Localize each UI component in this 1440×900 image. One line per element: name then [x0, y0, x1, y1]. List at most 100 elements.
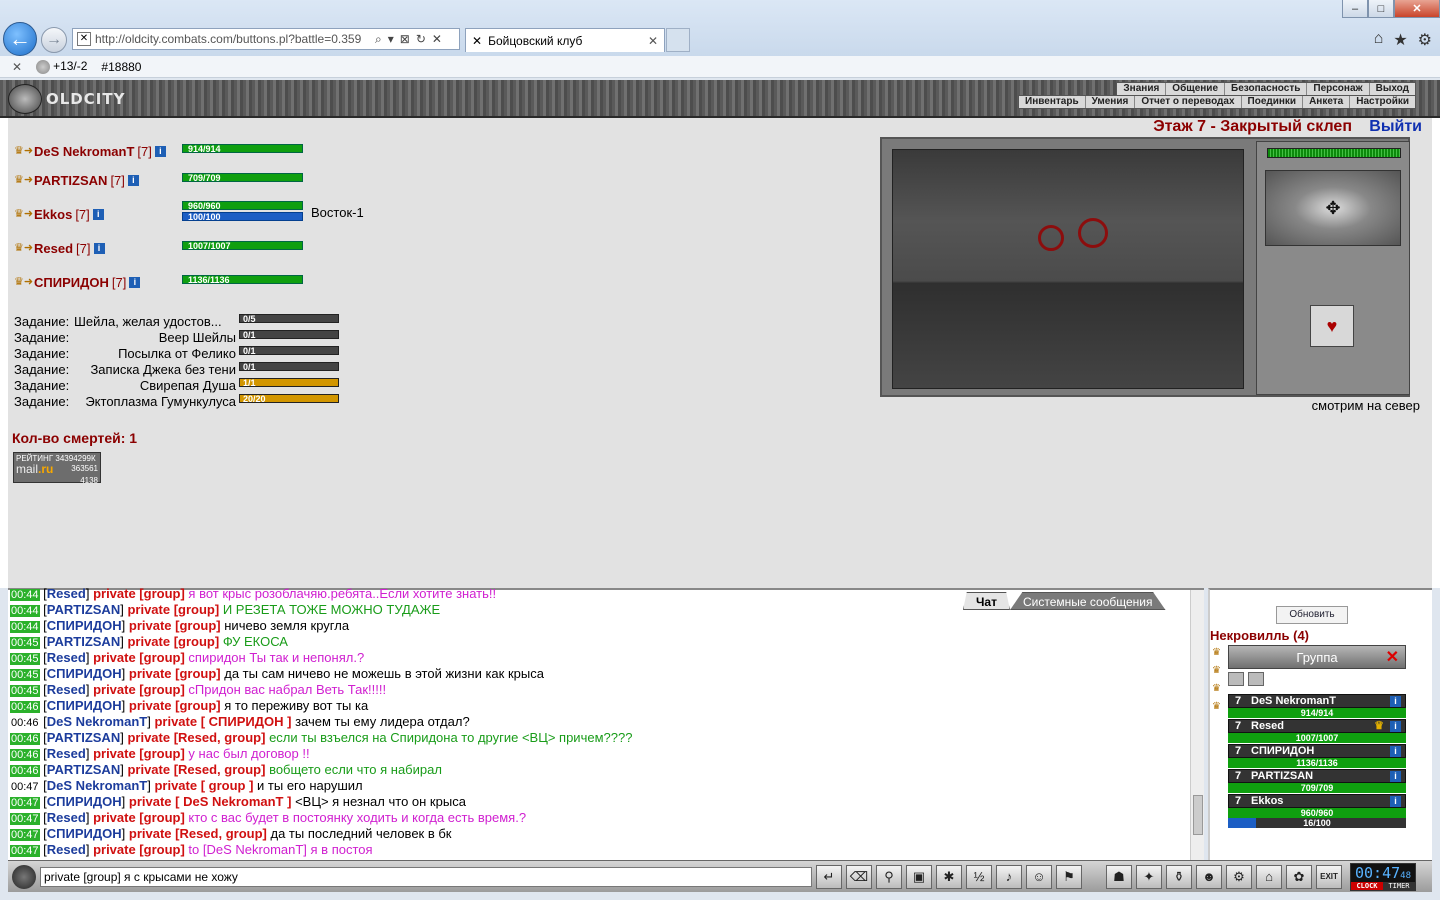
message-sender[interactable]: [DeS NekromanT]	[43, 778, 151, 793]
menu-knowledge[interactable]: Знания	[1117, 83, 1167, 95]
exit-dungeon-link[interactable]: Выйти	[1369, 118, 1422, 136]
menu-profile[interactable]: Анкета	[1303, 96, 1351, 108]
message-sender[interactable]: [Resed]	[43, 682, 89, 697]
menu-inventory[interactable]: Инвентарь	[1019, 96, 1086, 108]
message-time[interactable]: 00:47	[10, 797, 40, 809]
menu-communication[interactable]: Общение	[1166, 83, 1225, 95]
info-icon[interactable]: i	[93, 242, 105, 254]
search-icon[interactable]: ⌕	[375, 32, 382, 47]
message-time[interactable]: 00:44	[10, 605, 40, 617]
message-sender[interactable]: [PARTIZSAN]	[43, 730, 124, 745]
message-sender[interactable]: [СПИРИДОН]	[43, 618, 125, 633]
message-scope[interactable]: private [group]	[127, 602, 219, 617]
menu-skills[interactable]: Умения	[1086, 96, 1136, 108]
message-time[interactable]: 00:46	[10, 733, 40, 745]
chat-mode-icon[interactable]	[12, 864, 36, 889]
skills-icon[interactable]: ⚙	[1226, 864, 1252, 889]
mask-icon[interactable]: ☻	[1196, 864, 1222, 889]
new-tab-button[interactable]	[666, 28, 690, 52]
message-scope[interactable]: private [group]	[93, 842, 185, 857]
chat-scrollbar[interactable]	[1190, 590, 1204, 862]
message-sender[interactable]: [PARTIZSAN]	[43, 634, 124, 649]
message-time[interactable]: 00:46	[10, 701, 40, 713]
message-scope[interactable]: private [ DeS NekromanT ]	[129, 794, 292, 809]
stop-icon[interactable]: ✕	[432, 32, 442, 47]
home-icon[interactable]: ⌂	[1374, 30, 1384, 50]
player-name[interactable]: Ekkos	[34, 207, 72, 222]
info-icon[interactable]: i	[129, 276, 141, 288]
clan-icon[interactable]: ⚑	[1056, 864, 1082, 889]
message-time[interactable]: 00:47	[10, 845, 40, 857]
info-icon[interactable]: i	[1390, 795, 1401, 807]
walk-icon[interactable]: ✱	[936, 864, 962, 889]
send-icon[interactable]: ↵	[816, 864, 842, 889]
message-time[interactable]: 00:46	[10, 765, 40, 777]
refresh-icon[interactable]: ↻	[416, 32, 426, 47]
message-time[interactable]: 00:46	[10, 749, 40, 761]
party-member[interactable]: ♛➜ DeS NekromanT [7] i	[14, 142, 166, 160]
info-icon[interactable]: i	[154, 145, 166, 157]
message-scope[interactable]: private [group]	[93, 810, 185, 825]
settings-gear-icon[interactable]: ⚙	[1418, 30, 1432, 50]
message-scope[interactable]: private [ СПИРИДОН ]	[154, 714, 291, 729]
message-scope[interactable]: private [group]	[129, 666, 221, 681]
smiley-icon[interactable]: ☺	[1026, 864, 1052, 889]
eraser-icon[interactable]: ⌫	[846, 864, 872, 889]
floor-item-icon[interactable]: ♥	[1310, 305, 1354, 347]
group-member[interactable]: 7 СПИРИДОН i 1136/1136	[1228, 744, 1406, 770]
potion-icon[interactable]: ⚱	[1166, 864, 1192, 889]
mail-rating-counter[interactable]: РЕЙТИНГ 34394299К mail.ru 363561 4138	[13, 452, 101, 485]
message-scope[interactable]: private [group]	[93, 746, 185, 761]
message-sender[interactable]: [СПИРИДОН]	[43, 666, 125, 681]
message-scope[interactable]: private [group]	[129, 698, 221, 713]
member-name[interactable]: Ekkos	[1251, 794, 1283, 808]
message-time[interactable]: 00:47	[10, 813, 40, 825]
message-time[interactable]: 00:45	[10, 637, 40, 649]
group-member[interactable]: 7 Ekkos i 960/960 16/100	[1228, 794, 1406, 828]
message-scope[interactable]: private [Resed, group]	[129, 826, 267, 841]
close-group-icon[interactable]: ✕	[1386, 647, 1399, 667]
info-icon[interactable]: i	[127, 174, 139, 186]
message-scope[interactable]: private [group]	[93, 682, 185, 697]
message-scope[interactable]: private [group]	[129, 618, 221, 633]
group-member[interactable]: 7 DeS NekromanT i 914/914	[1228, 694, 1406, 720]
tab-active[interactable]: ✕ Бойцовский клуб ✕	[465, 28, 665, 52]
message-sender[interactable]: [PARTIZSAN]	[43, 762, 124, 777]
message-sender[interactable]: [PARTIZSAN]	[43, 602, 124, 617]
magic-icon[interactable]: ✦	[1136, 864, 1162, 889]
message-sender[interactable]: [СПИРИДОН]	[43, 698, 125, 713]
info-icon[interactable]: i	[92, 208, 104, 220]
menu-transfer-report[interactable]: Отчет о переводах	[1135, 96, 1242, 108]
message-time[interactable]: 00:45	[10, 653, 40, 665]
paw-icon[interactable]: ✿	[1286, 864, 1312, 889]
member-name[interactable]: СПИРИДОН	[1251, 744, 1314, 758]
timer-label[interactable]: TIMER	[1383, 881, 1415, 890]
message-scope[interactable]: private [ group ]	[154, 778, 253, 793]
dropdown-icon[interactable]: ▾	[388, 32, 394, 47]
maximize-button[interactable]: □	[1368, 0, 1394, 18]
compat-view-icon[interactable]: ⊠	[400, 32, 410, 47]
party-member[interactable]: ♛➜ СПИРИДОН [7] i	[14, 273, 141, 291]
refresh-button[interactable]: Обновить	[1276, 606, 1348, 624]
player-name[interactable]: PARTIZSAN	[34, 173, 107, 188]
message-time[interactable]: 00:47	[10, 829, 40, 841]
clock-label[interactable]: CLOCK	[1351, 881, 1383, 890]
menu-character[interactable]: Персонаж	[1307, 83, 1370, 95]
member-name[interactable]: Resed	[1251, 719, 1284, 733]
message-sender[interactable]: [Resed]	[43, 586, 89, 601]
group-member[interactable]: 7 Resed ♛ i 1007/1007	[1228, 719, 1406, 745]
player-name[interactable]: Resed	[34, 241, 73, 256]
character-icon[interactable]: ☗	[1106, 864, 1132, 889]
message-scope[interactable]: private [group]	[127, 634, 219, 649]
filter-icon[interactable]: ⚲	[876, 864, 902, 889]
info-icon[interactable]: i	[1390, 770, 1401, 782]
info-icon[interactable]: i	[1390, 695, 1401, 707]
menu-fights[interactable]: Поединки	[1242, 96, 1304, 108]
info-icon[interactable]: i	[1390, 745, 1401, 757]
menu-exit[interactable]: Выход	[1370, 83, 1415, 95]
party-member[interactable]: ♛➜ PARTIZSAN [7] i	[14, 171, 139, 189]
group-member[interactable]: 7 PARTIZSAN i 709/709	[1228, 769, 1406, 795]
exit-game-icon[interactable]: EXIT	[1316, 864, 1342, 889]
player-name[interactable]: DeS NekromanT	[34, 144, 134, 159]
message-scope[interactable]: private [Resed, group]	[127, 762, 265, 777]
